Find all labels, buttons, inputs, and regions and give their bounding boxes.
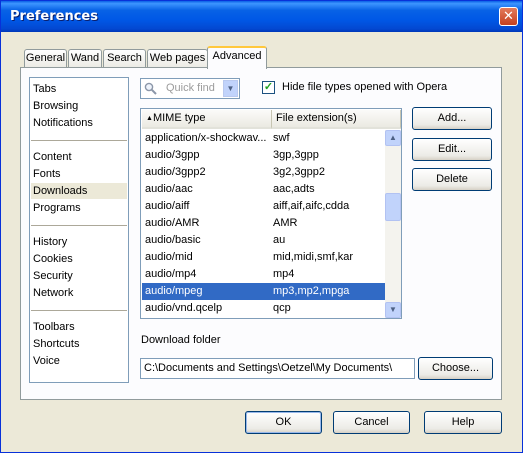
choose-button[interactable]: Choose... (418, 357, 493, 380)
tab-web-pages[interactable]: Web pages (147, 49, 208, 67)
file-extension-cell: swf (273, 132, 290, 144)
category-divider (31, 310, 127, 311)
scroll-thumb[interactable] (385, 193, 401, 221)
mime-type-cell: audio/AMR (145, 217, 200, 229)
file-extension-cell: mid,midi,smf,kar (273, 251, 354, 263)
tab-general[interactable]: General (24, 49, 67, 67)
delete-button[interactable]: Delete (412, 168, 492, 191)
category-item-notifications[interactable]: Notifications (31, 115, 127, 131)
category-item-voice[interactable]: Voice (31, 353, 127, 369)
category-item-security[interactable]: Security (31, 268, 127, 284)
title-bar[interactable]: Preferences ✕ (1, 1, 522, 32)
close-icon: ✕ (503, 9, 514, 24)
category-item-history[interactable]: History (31, 234, 127, 250)
category-item-tabs[interactable]: Tabs (31, 81, 127, 97)
mime-type-cell: audio/mpeg (145, 285, 203, 297)
tab-search[interactable]: Search (103, 49, 146, 67)
file-extension-cell: mp3,mp2,mpga (273, 285, 350, 297)
quick-find-field[interactable]: Quick find ▼ (140, 78, 240, 99)
table-row[interactable]: audio/3gpp2 3g2,3gpp2 (142, 164, 385, 181)
category-item-toolbars[interactable]: Toolbars (31, 319, 127, 335)
quick-find-dropdown-button[interactable]: ▼ (223, 80, 238, 97)
download-folder-label: Download folder (141, 334, 221, 346)
quick-find-placeholder: Quick find (166, 82, 215, 94)
file-extension-cell: aiff,aif,aifc,cdda (273, 200, 350, 212)
chevron-down-icon: ▼ (226, 84, 235, 93)
tab-advanced[interactable]: Advanced (207, 46, 267, 69)
category-item-browsing[interactable]: Browsing (31, 98, 127, 114)
help-button[interactable]: Help (424, 411, 502, 434)
download-folder-path-field[interactable]: C:\Documents and Settings\Oetzel\My Docu… (140, 358, 415, 379)
category-item-fonts[interactable]: Fonts (31, 166, 127, 182)
mime-type-cell: application/x-shockwav... (145, 132, 267, 144)
mime-type-cell: audio/3gpp2 (145, 166, 206, 178)
file-extension-cell: aac,adts (273, 183, 315, 195)
hide-file-types-checkbox[interactable]: ✓ (262, 81, 275, 94)
column-header-file-extension-label: File extension(s) (276, 112, 357, 124)
table-row[interactable]: audio/mpeg mp3,mp2,mpga (142, 283, 385, 300)
column-header-file-extension[interactable]: File extension(s) (272, 110, 401, 129)
table-row[interactable]: audio/aac aac,adts (142, 181, 385, 198)
chevron-up-icon: ▲ (389, 133, 397, 142)
category-item-content[interactable]: Content (31, 149, 127, 165)
close-button[interactable]: ✕ (499, 7, 518, 26)
add-button[interactable]: Add... (412, 107, 492, 130)
file-extension-cell: mp4 (273, 268, 295, 280)
hide-file-types-label: Hide file types opened with Opera (282, 81, 448, 93)
category-item-cookies[interactable]: Cookies (31, 251, 127, 267)
column-header-mime-type[interactable]: ▲MIME type (142, 110, 272, 129)
mime-type-table[interactable]: ▲MIME type File extension(s) application… (140, 108, 402, 319)
category-item-network[interactable]: Network (31, 285, 127, 301)
table-row[interactable]: audio/3gpp 3gp,3gpp (142, 147, 385, 164)
checkmark-icon: ✓ (263, 81, 274, 93)
mime-type-cell: audio/vnd.qcelp (145, 302, 223, 314)
table-row[interactable]: audio/basic au (142, 232, 385, 249)
table-row[interactable]: application/x-shockwav... swf (142, 130, 385, 147)
category-list[interactable]: Tabs Browsing Notifications Content Fonts Dow… (29, 77, 129, 383)
table-row[interactable]: audio/vnd.qcelp qcp (142, 300, 385, 317)
ok-button[interactable]: OK (245, 411, 322, 434)
table-row[interactable]: audio/mp4 mp4 (142, 266, 385, 283)
edit-button[interactable]: Edit... (412, 138, 492, 161)
category-divider (31, 225, 127, 226)
mime-type-cell: audio/mp4 (145, 268, 197, 280)
mime-type-cell: audio/3gpp (145, 149, 200, 161)
chevron-down-icon: ▼ (389, 305, 397, 314)
magnifier-icon (144, 82, 157, 95)
scroll-up-button[interactable]: ▲ (385, 130, 401, 146)
table-row[interactable]: audio/AMR AMR (142, 215, 385, 232)
file-extension-cell: AMR (273, 217, 298, 229)
window-title: Preferences (10, 9, 98, 24)
column-header-mime-type-label: MIME type (152, 112, 206, 124)
table-row[interactable]: audio/mid mid,midi,smf,kar (142, 249, 385, 266)
mime-type-cell: audio/basic (145, 234, 201, 246)
file-extension-cell: au (273, 234, 286, 246)
file-extension-cell: qcp (273, 302, 291, 314)
file-extension-cell: 3gp,3gpp (273, 149, 319, 161)
file-extension-cell: 3g2,3gpp2 (273, 166, 325, 178)
scroll-down-button[interactable]: ▼ (385, 302, 401, 318)
category-item-downloads[interactable]: Downloads (31, 183, 127, 199)
category-item-programs[interactable]: Programs (31, 200, 127, 216)
category-divider (31, 140, 127, 141)
category-item-shortcuts[interactable]: Shortcuts (31, 336, 127, 352)
vertical-scrollbar[interactable]: ▲ ▼ (385, 130, 401, 318)
mime-type-cell: audio/aac (145, 183, 193, 195)
tab-wand[interactable]: Wand (68, 49, 102, 67)
mime-type-cell: audio/aiff (145, 200, 190, 212)
mime-type-cell: audio/mid (145, 251, 193, 263)
sort-ascending-icon: ▲ (146, 115, 153, 122)
cancel-button[interactable]: Cancel (333, 411, 410, 434)
table-row[interactable]: audio/aiff aiff,aif,aifc,cdda (142, 198, 385, 215)
